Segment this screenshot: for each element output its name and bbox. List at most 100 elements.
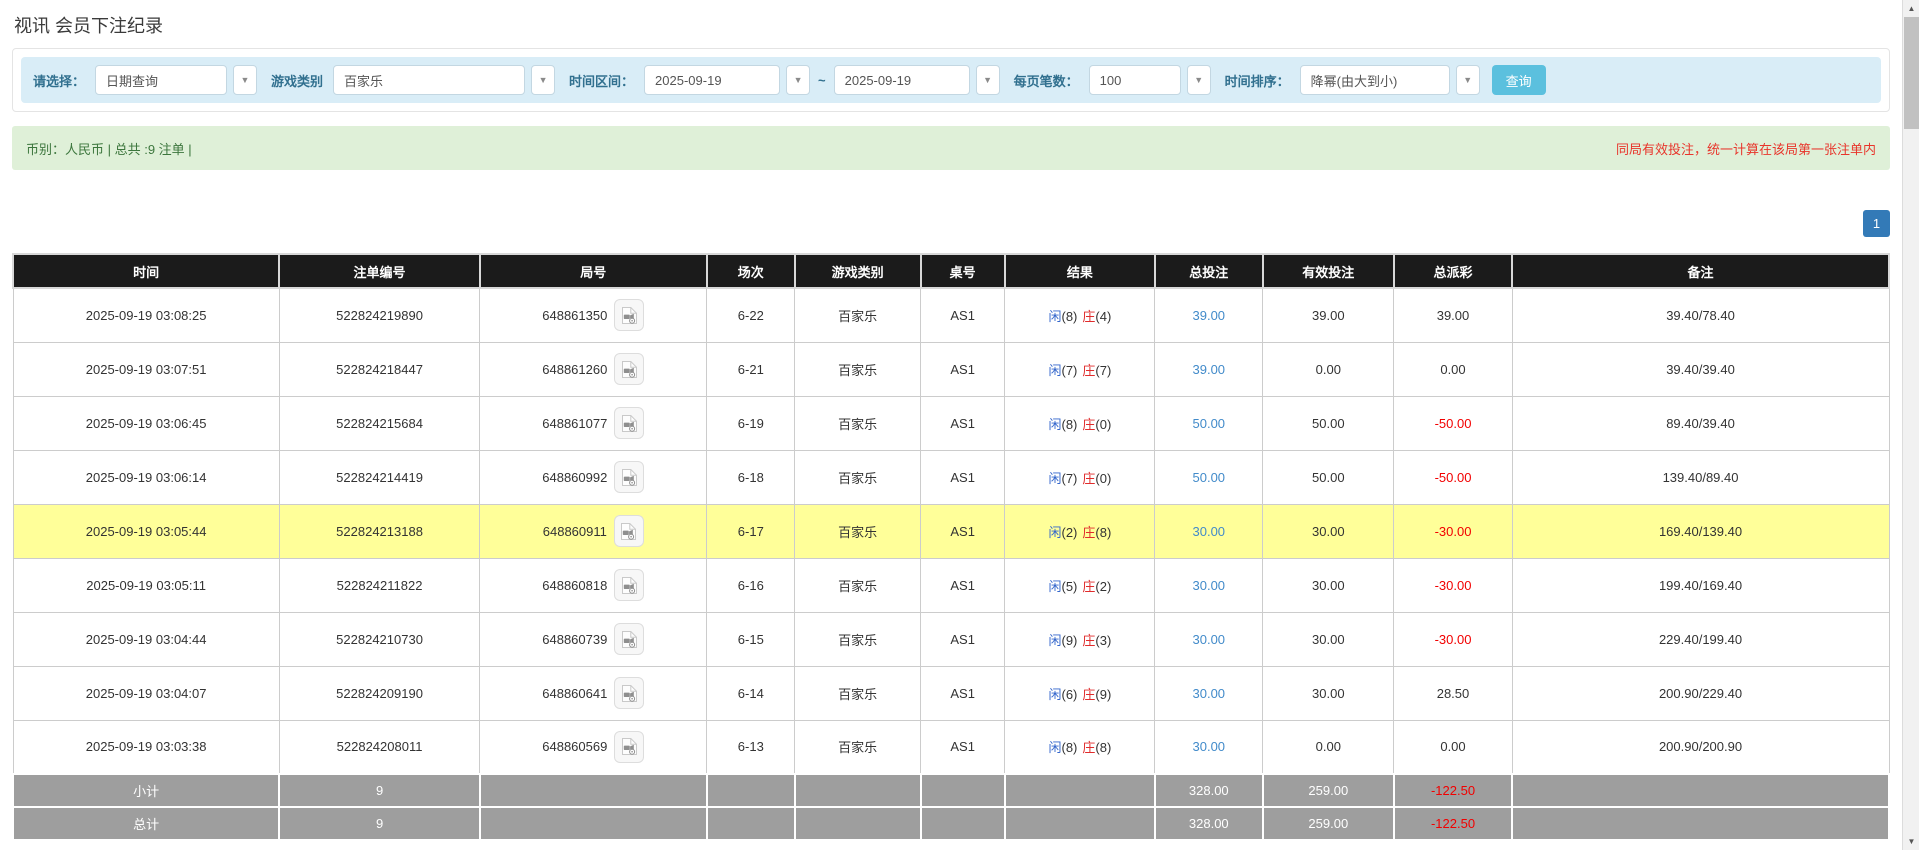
video-replay-button[interactable] bbox=[614, 407, 645, 439]
total-count: 9 bbox=[278, 806, 481, 841]
cell-total-bet[interactable]: 39.00 bbox=[1154, 341, 1264, 397]
cell-result: 闲(7) 庄(7) bbox=[1004, 341, 1156, 397]
cell-table-no: AS1 bbox=[919, 449, 1006, 505]
scroll-up-icon[interactable]: ▲ bbox=[1903, 0, 1919, 17]
subtotal-valid-bet: 259.00 bbox=[1261, 773, 1395, 808]
chevron-down-icon[interactable]: ▼ bbox=[1186, 65, 1211, 95]
cell-remark: 139.40/89.40 bbox=[1511, 449, 1890, 505]
header-total-bet: 总投注 bbox=[1153, 253, 1264, 289]
cell-session: 6-19 bbox=[706, 395, 796, 451]
result-banker-score: (7) bbox=[1095, 362, 1112, 378]
video-replay-button[interactable] bbox=[614, 730, 645, 763]
video-file-icon bbox=[621, 630, 637, 648]
table-row: 2025-09-19 03:05:11 522824211822 6488608… bbox=[12, 557, 1890, 613]
video-replay-button[interactable] bbox=[614, 623, 645, 655]
currency-total-text: 币别：人民币 | 总共 :9 注单 | bbox=[26, 141, 192, 157]
result-player-label: 闲 bbox=[1048, 470, 1062, 486]
cell-remark: 39.40/39.40 bbox=[1511, 341, 1890, 397]
video-replay-button[interactable] bbox=[614, 569, 645, 601]
cell-round: 648860992 bbox=[479, 449, 708, 505]
cell-time: 2025-09-19 03:06:45 bbox=[12, 395, 280, 451]
filter-bar: 请选择： 日期查询 ▼ 游戏类别 百家乐 ▼ 时间区间： 2025-09-19 … bbox=[21, 57, 1881, 103]
date-range-separator: ~ bbox=[818, 72, 826, 88]
cell-remark: 89.40/39.40 bbox=[1511, 395, 1890, 451]
video-replay-button[interactable] bbox=[614, 299, 645, 332]
chevron-down-icon[interactable]: ▼ bbox=[786, 65, 811, 95]
total-valid-bet: 259.00 bbox=[1261, 806, 1395, 841]
cell-valid-bet: 30.00 bbox=[1262, 503, 1395, 559]
time-range-label: 时间区间： bbox=[569, 73, 635, 89]
chevron-down-icon[interactable]: ▼ bbox=[975, 65, 1000, 95]
cell-round: 648861077 bbox=[479, 395, 708, 451]
result-player-score: (2) bbox=[1061, 524, 1078, 540]
table-row: 2025-09-19 03:04:44 522824210730 6488607… bbox=[12, 611, 1890, 667]
scroll-down-icon[interactable]: ▼ bbox=[1903, 833, 1919, 850]
bet-records-table: 时间 注单编号 局号 场次 游戏类别 桌号 结果 总投注 有效投注 总派彩 备注… bbox=[11, 253, 1890, 841]
game-type-select[interactable]: 百家乐 bbox=[333, 65, 526, 95]
chevron-down-icon[interactable]: ▼ bbox=[531, 65, 556, 95]
cell-valid-bet: 50.00 bbox=[1262, 395, 1395, 451]
time-sort-select[interactable]: 降幂(由大到小) bbox=[1299, 65, 1450, 95]
cell-total-bet[interactable]: 30.00 bbox=[1154, 557, 1264, 613]
cell-total-bet[interactable]: 39.00 bbox=[1154, 287, 1264, 343]
total-payout: -122.50 bbox=[1392, 806, 1514, 841]
cell-valid-bet: 30.00 bbox=[1262, 665, 1395, 721]
table-row: 2025-09-19 03:07:51 522824218447 6488612… bbox=[12, 341, 1890, 397]
video-replay-button[interactable] bbox=[614, 353, 645, 385]
result-banker-label: 庄 bbox=[1082, 740, 1096, 756]
cell-game-type: 百家乐 bbox=[794, 557, 921, 613]
result-player-score: (5) bbox=[1061, 578, 1078, 594]
cell-bet-id: 522824219890 bbox=[278, 287, 481, 343]
search-button[interactable]: 查询 bbox=[1491, 65, 1546, 95]
result-banker-score: (0) bbox=[1095, 416, 1112, 432]
cell-total-bet[interactable]: 30.00 bbox=[1154, 611, 1264, 667]
cell-round: 648860818 bbox=[479, 557, 708, 613]
chevron-down-icon[interactable]: ▼ bbox=[233, 65, 258, 95]
cell-game-type: 百家乐 bbox=[794, 395, 921, 451]
cell-time: 2025-09-19 03:05:11 bbox=[12, 557, 280, 613]
header-time: 时间 bbox=[11, 253, 281, 289]
result-banker-score: (4) bbox=[1095, 308, 1112, 324]
page-size-select[interactable]: 100 bbox=[1088, 65, 1181, 95]
cell-table-no: AS1 bbox=[919, 611, 1006, 667]
date-from-input[interactable]: 2025-09-19 bbox=[644, 65, 781, 95]
cell-total-bet[interactable]: 30.00 bbox=[1154, 719, 1264, 775]
cell-time: 2025-09-19 03:05:44 bbox=[12, 503, 280, 559]
cell-time: 2025-09-19 03:04:07 bbox=[12, 665, 280, 721]
cell-empty bbox=[1003, 806, 1156, 841]
video-replay-button[interactable] bbox=[614, 677, 645, 709]
date-to-value: 2025-09-19 bbox=[844, 72, 912, 88]
cell-remark: 229.40/199.40 bbox=[1511, 611, 1890, 667]
cell-valid-bet: 30.00 bbox=[1262, 611, 1395, 667]
cell-total-bet[interactable]: 50.00 bbox=[1154, 395, 1264, 451]
result-player-score: (8) bbox=[1061, 308, 1078, 324]
date-to-input[interactable]: 2025-09-19 bbox=[833, 65, 970, 95]
video-replay-button[interactable] bbox=[613, 515, 644, 547]
table-row: 2025-09-19 03:06:14 522824214419 6488609… bbox=[12, 449, 1890, 505]
query-type-select[interactable]: 日期查询 bbox=[95, 65, 228, 95]
page-number-button[interactable]: 1 bbox=[1863, 210, 1890, 237]
cell-payout: 0.00 bbox=[1393, 341, 1513, 397]
total-row: 总计 9 328.00 259.00 -122.50 bbox=[11, 806, 1890, 841]
cell-time: 2025-09-19 03:07:51 bbox=[12, 341, 280, 397]
cell-valid-bet: 39.00 bbox=[1262, 287, 1395, 343]
result-banker-score: (0) bbox=[1095, 470, 1112, 486]
cell-total-bet[interactable]: 30.00 bbox=[1154, 503, 1264, 559]
cell-total-bet[interactable]: 50.00 bbox=[1154, 449, 1264, 505]
result-player-label: 闲 bbox=[1048, 578, 1062, 594]
result-banker-label: 庄 bbox=[1082, 308, 1096, 324]
chevron-down-icon[interactable]: ▼ bbox=[1455, 65, 1480, 95]
cell-table-no: AS1 bbox=[919, 665, 1006, 721]
cell-table-no: AS1 bbox=[919, 557, 1006, 613]
round-number: 648860569 bbox=[542, 739, 608, 755]
vertical-scrollbar[interactable]: ▲ ▼ bbox=[1902, 0, 1919, 850]
header-session: 场次 bbox=[705, 253, 796, 289]
subtotal-total-bet: 328.00 bbox=[1153, 773, 1264, 808]
result-banker-label: 庄 bbox=[1082, 470, 1096, 486]
scrollbar-thumb[interactable] bbox=[1904, 17, 1919, 129]
result-player-label: 闲 bbox=[1048, 740, 1062, 756]
cell-total-bet[interactable]: 30.00 bbox=[1154, 665, 1264, 721]
game-type-value: 百家乐 bbox=[344, 73, 384, 89]
subtotal-count: 9 bbox=[278, 773, 481, 808]
video-replay-button[interactable] bbox=[614, 461, 645, 493]
